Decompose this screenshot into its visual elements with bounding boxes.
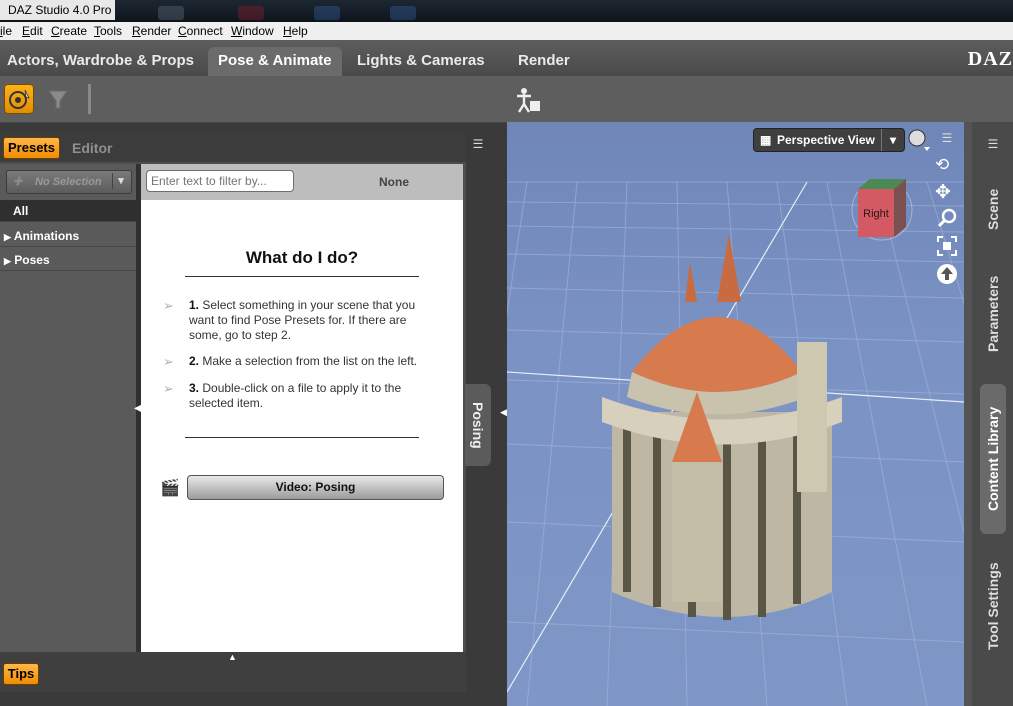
menu-tools[interactable]: Tools <box>94 24 122 38</box>
help-step-2: 2. Make a selection from the list on the… <box>189 354 439 369</box>
step-text: Make a selection from the list on the le… <box>202 354 418 368</box>
divider <box>185 437 419 438</box>
clapperboard-icon: 🎬 <box>160 480 180 497</box>
expand-arrow-icon: ▶ <box>4 256 11 266</box>
chevron-down-icon: ▾ <box>881 129 904 151</box>
tab-actors-wardrobe-props[interactable]: Actors, Wardrobe & Props <box>0 47 204 76</box>
pose-tool-icon <box>9 89 30 109</box>
title-bar: DAZ Studio 4.0 Pro <box>0 0 1013 22</box>
help-step-1: 1. Select something in your scene that y… <box>189 298 439 343</box>
reset-view-icon[interactable] <box>936 263 958 290</box>
frame-icon[interactable] <box>937 236 957 261</box>
divider <box>185 276 419 277</box>
collapse-left-icon[interactable]: ◀ <box>500 407 507 418</box>
zoom-icon[interactable] <box>937 208 957 233</box>
grid-view-icon: ▦ <box>760 133 772 147</box>
daz-logo: DAZ <box>967 48 1013 70</box>
activity-tabs: Actors, Wardrobe & Props Pose & Animate … <box>0 40 1013 76</box>
draw-style-icon[interactable] <box>907 127 931 156</box>
filter-input[interactable] <box>146 170 294 192</box>
tips-button[interactable]: Tips <box>3 663 39 685</box>
sort-none-label[interactable]: None <box>379 175 409 189</box>
category-label: All <box>13 204 29 218</box>
view-selector[interactable]: ▦ Perspective View ▾ <box>753 128 905 152</box>
tab-tool-settings[interactable]: Tool Settings <box>980 546 1006 666</box>
orbit-icon[interactable]: ⟲ <box>935 155 949 175</box>
tab-lights-cameras[interactable]: Lights & Cameras <box>347 47 495 76</box>
menu-create[interactable]: Create <box>51 24 87 38</box>
selection-dropdown[interactable]: ✚ No Selection ▾ <box>6 170 132 194</box>
pane-menu-icon[interactable]: ☰ <box>470 137 486 151</box>
step-text: Select something in your scene that you … <box>189 298 416 342</box>
expand-up-icon[interactable]: ▲ <box>228 652 237 662</box>
tab-parameters[interactable]: Parameters <box>980 258 1006 370</box>
arrow-bullet-icon: ➢ <box>163 298 174 313</box>
taskbar-icon <box>314 6 340 20</box>
figure-rig-icon[interactable] <box>514 86 542 119</box>
step-number: 1. <box>189 298 200 312</box>
category-all[interactable]: All <box>0 200 136 222</box>
chevron-down-icon: ▾ <box>112 173 129 189</box>
tab-pose-animate[interactable]: Pose & Animate <box>208 47 342 76</box>
category-poses[interactable]: ▶ Poses <box>0 249 136 271</box>
menu-window[interactable]: Window <box>231 24 274 38</box>
help-title: What do I do? <box>245 248 359 267</box>
menu-edit[interactable]: Edit <box>22 24 43 38</box>
cube-face-label: Right <box>863 208 889 220</box>
funnel-icon[interactable] <box>48 88 68 115</box>
pane-menu-icon[interactable]: ☰ <box>985 137 1001 151</box>
video-posing-button[interactable]: Video: Posing <box>187 475 444 500</box>
toolbar-separator <box>88 84 91 114</box>
menu-bar: ile Edit Create Tools Render Connect Win… <box>0 22 1013 40</box>
menu-render[interactable]: Render <box>132 24 171 38</box>
selection-label: No Selection <box>35 176 102 188</box>
category-label: Poses <box>14 253 50 267</box>
expand-arrow-icon: ▶ <box>4 232 11 242</box>
taskbar-icon <box>158 6 184 20</box>
menu-connect[interactable]: Connect <box>178 24 223 38</box>
tab-render[interactable]: Render <box>508 47 580 76</box>
tab-content-library[interactable]: Content Library <box>980 384 1006 534</box>
step-text: Double-click on a file to apply it to th… <box>189 381 402 410</box>
figure-icon: ✚ <box>13 176 23 188</box>
help-step-3: 3. Double-click on a file to apply it to… <box>189 381 419 411</box>
tab-presets[interactable]: Presets <box>3 137 60 159</box>
view-cube[interactable]: Right <box>850 175 916 246</box>
taskbar-icon <box>238 6 264 20</box>
window-title: DAZ Studio 4.0 Pro <box>0 0 116 20</box>
step-number: 2. <box>189 354 200 368</box>
posing-side-tab[interactable]: Posing <box>465 384 491 466</box>
menu-file[interactable]: ile <box>0 24 12 38</box>
category-label: Animations <box>13 229 80 243</box>
splitter[interactable] <box>964 122 972 706</box>
category-animations[interactable]: ▶ Animations <box>0 225 136 247</box>
arrow-bullet-icon: ➢ <box>163 381 174 396</box>
pan-icon[interactable]: ✥ <box>935 181 951 204</box>
tab-scene[interactable]: Scene <box>980 170 1006 248</box>
view-label: Perspective View <box>777 133 875 147</box>
viewport-menu-icon[interactable]: ☰ <box>939 131 955 145</box>
step-number: 3. <box>189 381 200 395</box>
menu-help[interactable]: Help <box>283 24 308 38</box>
toolbar <box>0 76 1013 123</box>
universal-tool-button[interactable] <box>4 84 34 114</box>
tab-editor[interactable]: Editor <box>72 140 112 156</box>
arrow-bullet-icon: ➢ <box>163 354 174 369</box>
taskbar-icon <box>390 6 416 20</box>
pane-header <box>0 132 466 162</box>
